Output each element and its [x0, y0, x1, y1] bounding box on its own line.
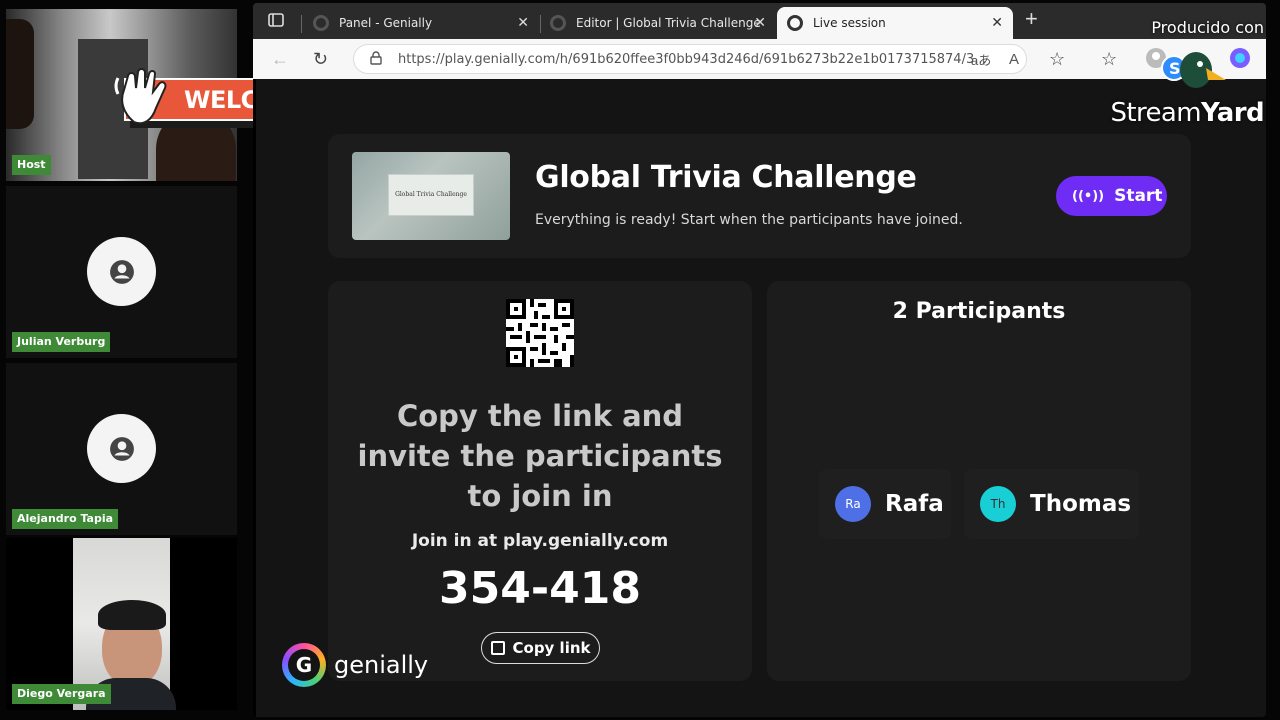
participants-count-heading: 2 Participants: [892, 299, 1066, 324]
produced-with-text: Producido con: [1151, 18, 1264, 37]
genially-favicon-icon: [313, 15, 329, 31]
participant-name-tag: Julian Verburg: [12, 332, 111, 352]
tab-editor[interactable]: Editor | Global Trivia Challenge ✕: [540, 7, 776, 39]
copy-icon: [490, 641, 505, 655]
user-avatar-icon: [87, 237, 156, 306]
session-subtitle: Everything is ready! Start when the part…: [535, 212, 963, 228]
tab-label: Live session: [813, 16, 886, 30]
streamyard-watermark: Producido con S StreamYard: [1110, 18, 1264, 130]
genially-brand-text: genially: [334, 651, 429, 679]
streamyard-duck-icon: S: [1161, 52, 1226, 88]
url-input[interactable]: https://play.genially.com/h/691b620ffee3…: [353, 44, 1027, 74]
participant-chip-rafa: Ra Rafa: [819, 469, 951, 539]
tab-live-session[interactable]: Live session ✕: [777, 7, 1013, 39]
presentation-thumbnail: Global Trivia Challenge: [352, 152, 510, 240]
participant-name-tag: Diego Vergara: [12, 684, 111, 704]
genially-favicon-icon: [787, 15, 803, 31]
favorites-icon[interactable]: ☆: [1101, 49, 1117, 69]
participant-tile-diego: Diego Vergara: [6, 538, 237, 710]
tab-panel-genially[interactable]: Panel - Genially ✕: [303, 7, 539, 39]
invite-instructions: Copy the link and invite the participant…: [357, 399, 723, 513]
participant-name-tag: Alejandro Tapia: [12, 509, 119, 529]
tab-label: Editor | Global Trivia Challenge: [576, 16, 761, 30]
qr-code: [506, 299, 574, 367]
close-tab-icon[interactable]: ✕: [517, 15, 529, 31]
broadcast-icon: ((•)): [1072, 188, 1105, 204]
copy-link-button[interactable]: Copy link: [481, 632, 600, 664]
session-code: 354-418: [439, 563, 641, 614]
tab-bar: Panel - Genially ✕ Editor | Global Trivi…: [253, 3, 1266, 39]
url-text: https://play.genially.com/h/691b620ffee3…: [398, 51, 987, 67]
tab-actions-icon[interactable]: [267, 11, 285, 33]
participant-avatar: Ra: [835, 486, 871, 522]
close-tab-icon[interactable]: ✕: [991, 15, 1003, 31]
user-avatar-icon: [87, 414, 156, 483]
favorite-star-icon[interactable]: ☆: [1049, 49, 1065, 69]
participant-avatar: Th: [980, 486, 1016, 522]
stream-canvas: Host Julian Verburg Alejandro Tapia Dieg…: [0, 0, 1280, 720]
copy-link-label: Copy link: [512, 639, 591, 657]
new-tab-icon[interactable]: +: [1025, 8, 1038, 30]
participants-card: 2 Participants Ra Rafa Th Thomas: [767, 281, 1191, 681]
genially-logo-icon: G: [282, 643, 326, 687]
participant-tile-alejandro: Alejandro Tapia: [6, 363, 237, 535]
waving-hand-icon: [114, 68, 167, 125]
lock-icon: [370, 51, 382, 69]
join-url-text: Join in at play.genially.com: [411, 531, 669, 551]
thumbnail-title: Global Trivia Challenge: [395, 191, 467, 198]
participant-tile-julian: Julian Verburg: [6, 186, 237, 358]
genially-logo: G genially: [282, 643, 428, 687]
participant-name: Rafa: [885, 491, 944, 517]
tab-label: Panel - Genially: [339, 16, 433, 30]
read-aloud-icon[interactable]: A: [1009, 50, 1019, 70]
close-tab-icon[interactable]: ✕: [754, 15, 766, 31]
start-label: Start: [1114, 186, 1163, 206]
session-title: Global Trivia Challenge: [535, 160, 917, 195]
svg-text:S: S: [1169, 59, 1181, 78]
genially-live-session-page: Global Trivia Challenge Global Trivia Ch…: [253, 79, 1266, 717]
session-header-card: Global Trivia Challenge Global Trivia Ch…: [328, 134, 1191, 258]
back-icon[interactable]: ←: [271, 49, 289, 69]
address-bar: ← ↻ https://play.genially.com/h/691b620f…: [253, 39, 1266, 79]
streamyard-wordmark: StreamYard: [1110, 98, 1264, 128]
participant-chip-thomas: Th Thomas: [964, 469, 1139, 539]
genially-favicon-icon: [550, 15, 566, 31]
participant-name-tag: Host: [12, 155, 51, 175]
invite-card: Copy the link and invite the participant…: [328, 281, 752, 681]
participant-name: Thomas: [1030, 491, 1132, 517]
refresh-icon[interactable]: ↻: [313, 49, 328, 69]
translate-icon[interactable]: aあ: [971, 51, 991, 71]
start-button[interactable]: ((•)) Start: [1056, 176, 1167, 216]
